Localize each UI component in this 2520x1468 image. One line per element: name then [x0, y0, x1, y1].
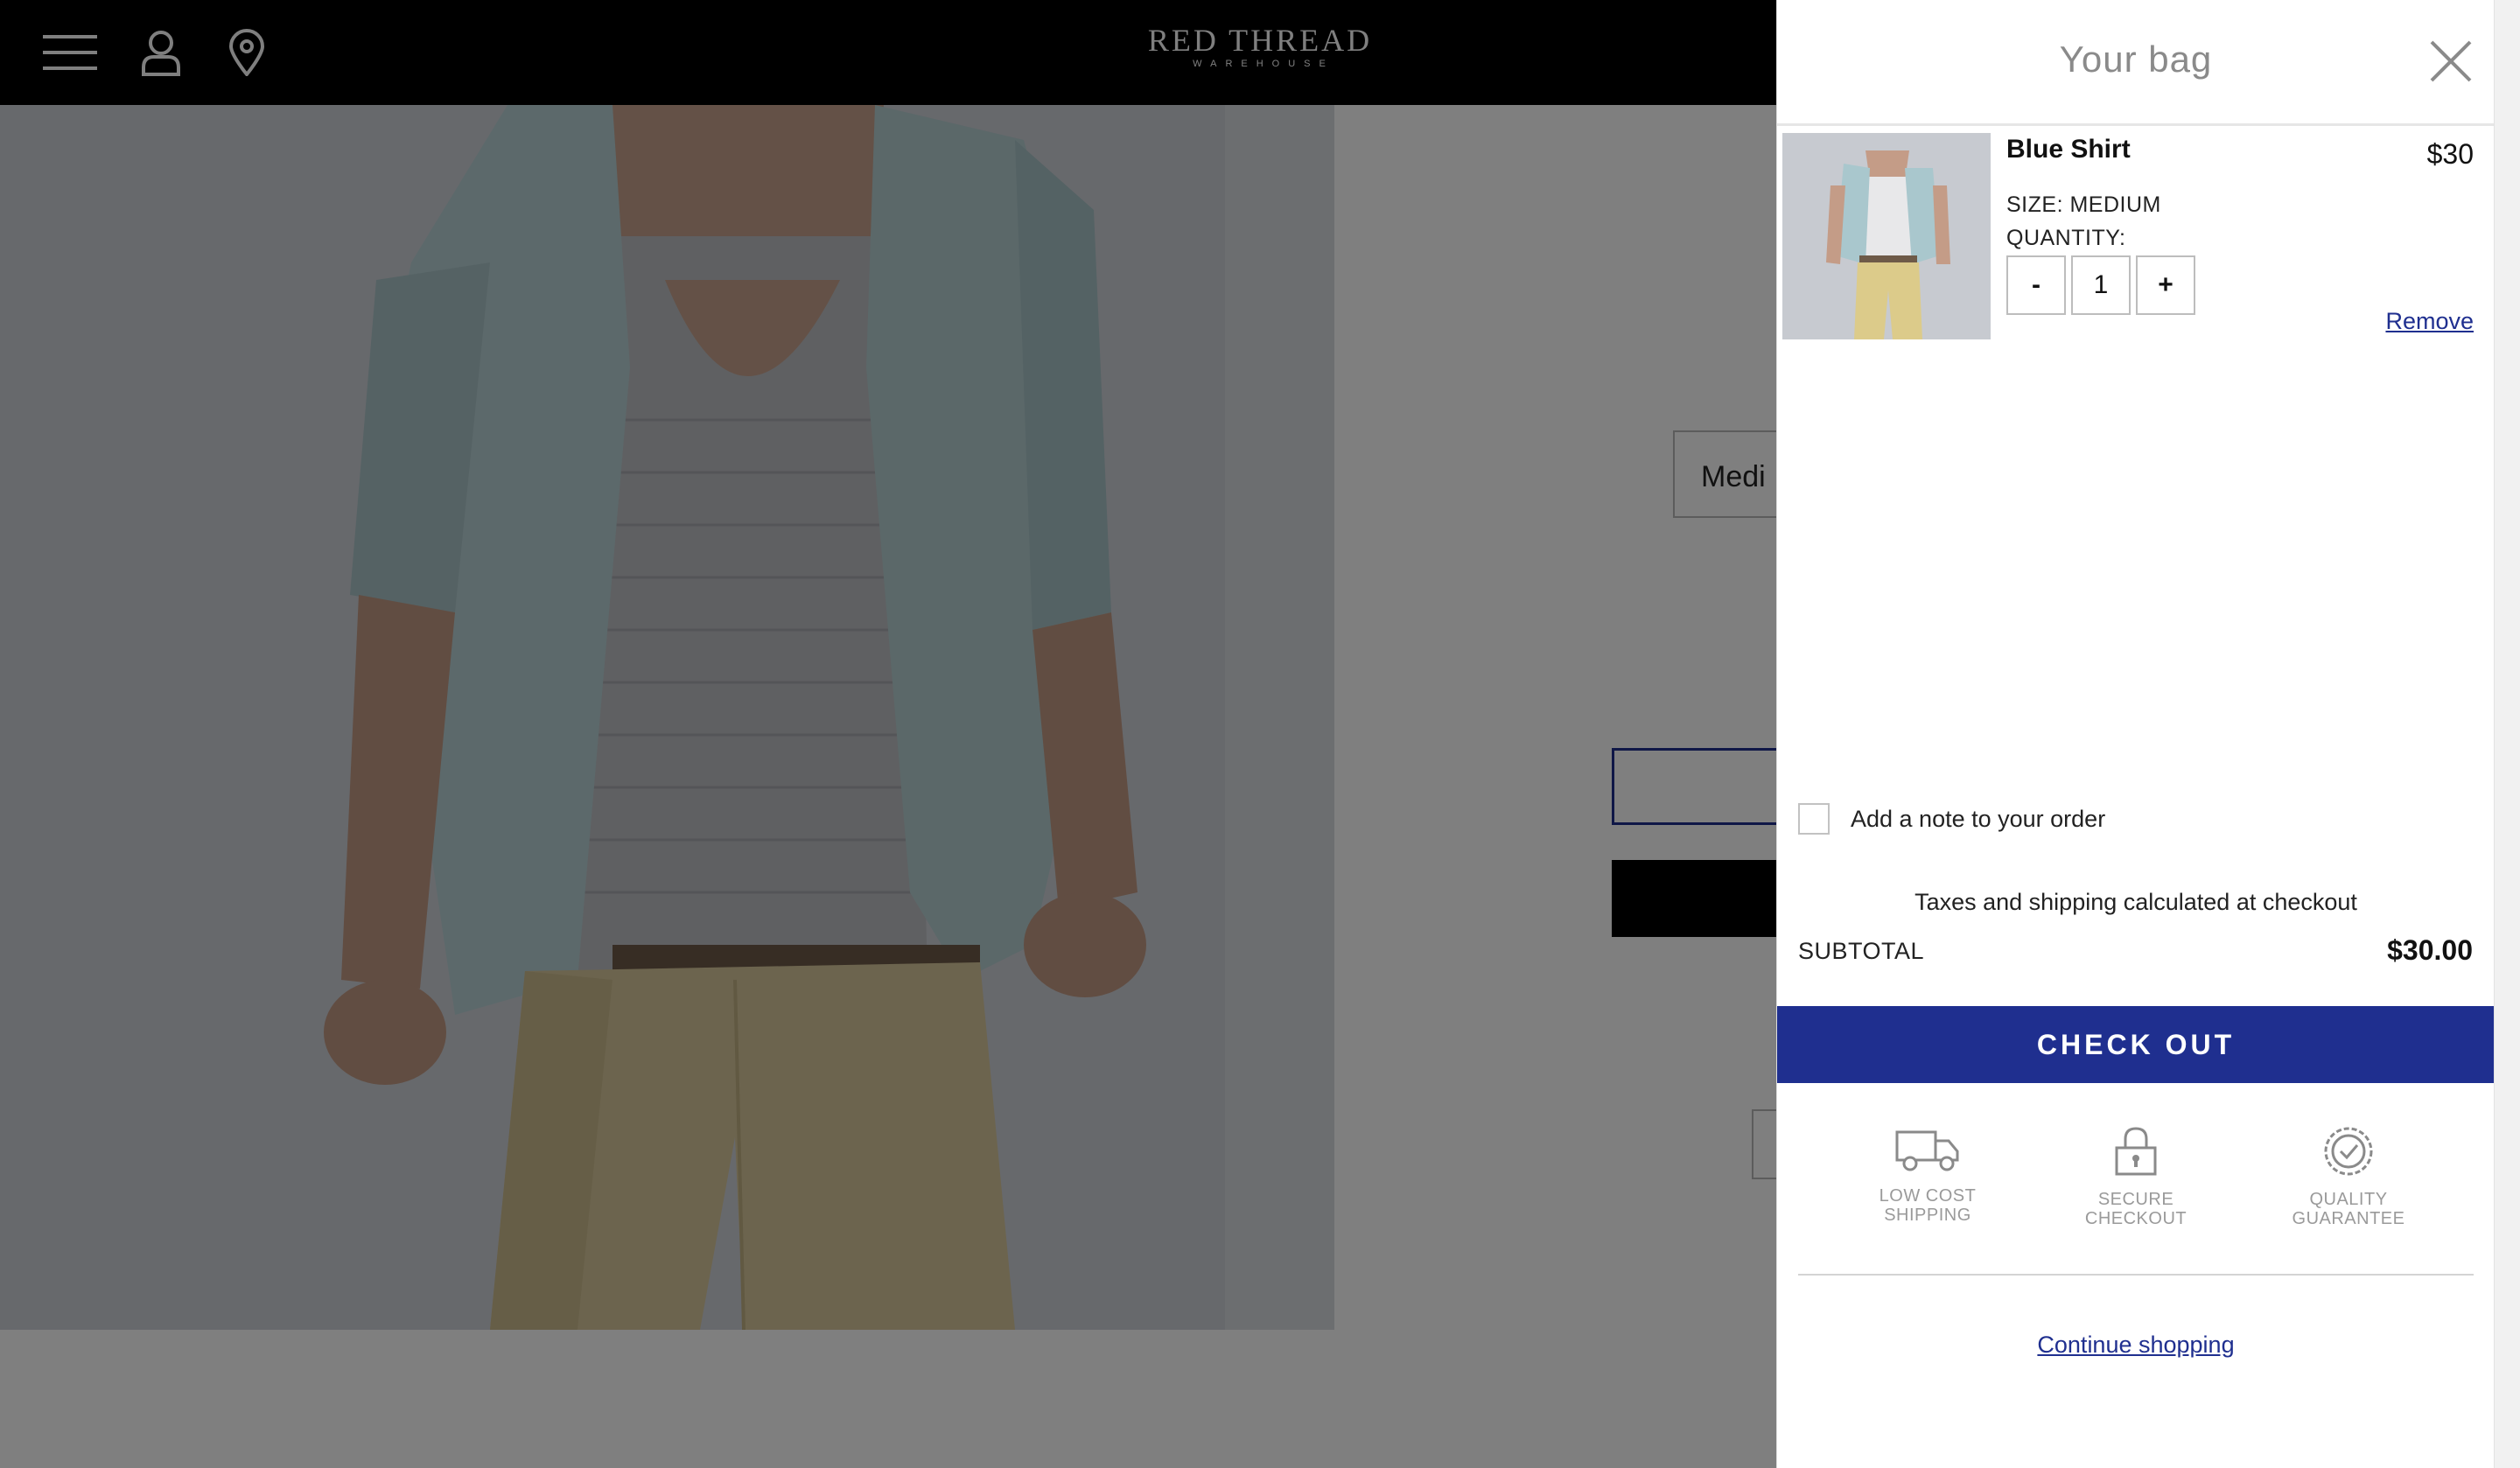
subtotal-label: SUBTOTAL [1798, 938, 1925, 964]
cart-item-thumbnail[interactable] [1782, 133, 1991, 339]
order-note-row: Add a note to your order [1798, 801, 2105, 836]
scrollbar[interactable] [2494, 0, 2520, 1468]
increment-button[interactable]: + [2136, 255, 2195, 315]
badge-shipping: LOW COST SHIPPING [1849, 1125, 2006, 1225]
decrement-button[interactable]: - [2006, 255, 2066, 315]
subtotal-value: $30.00 [2387, 934, 2473, 966]
close-button[interactable] [2425, 35, 2477, 87]
continue-shopping-link[interactable]: Continue shopping [1777, 1332, 2495, 1359]
trust-badges: LOW COST SHIPPING SECURE CHECKOUT QUALIT… [1777, 1083, 2495, 1276]
cart-item-name[interactable]: Blue Shirt [2006, 135, 2131, 164]
quantity-value[interactable]: 1 [2071, 255, 2131, 315]
remove-link[interactable]: Remove [2385, 308, 2474, 335]
badge-secure: SECURE CHECKOUT [2057, 1125, 2215, 1228]
product-page: RED THREAD WAREHOUSE [0, 0, 2520, 1468]
cart-title: Your bag [2059, 38, 2213, 80]
lock-icon [2115, 1127, 2157, 1176]
truck-icon [1895, 1130, 1959, 1171]
badge-secure-line1: SECURE [2097, 1190, 2174, 1209]
badge-shipping-line2: SHIPPING [1884, 1206, 1971, 1225]
cart-drawer: Your bag Blue Shirt $30 SIZE: MEDIUM QUA… [1776, 0, 2495, 1468]
badge-secure-line2: CHECKOUT [2084, 1209, 2188, 1228]
badge-quality: QUALITY GUARANTEE [2270, 1125, 2427, 1228]
quantity-stepper: - 1 + [2006, 255, 2195, 315]
badge-quality-line2: GUARANTEE [2292, 1209, 2405, 1228]
modal-overlay[interactable] [0, 0, 1776, 1468]
cart-item-price: $30 [2426, 138, 2474, 170]
order-note-checkbox[interactable] [1798, 803, 1830, 835]
quality-badge-icon [2324, 1127, 2373, 1176]
badge-quality-line1: QUALITY [2309, 1190, 2388, 1209]
close-icon [2430, 40, 2472, 82]
tax-shipping-note: Taxes and shipping calculated at checkou… [1914, 889, 2357, 915]
divider [1798, 1274, 2474, 1276]
cart-item-size: SIZE: MEDIUM [2006, 192, 2161, 217]
cart-item-quantity-label: QUANTITY: [2006, 226, 2126, 250]
order-note-label[interactable]: Add a note to your order [1851, 806, 2105, 833]
cart-item: Blue Shirt $30 SIZE: MEDIUM QUANTITY: - … [1777, 131, 2495, 350]
checkout-button[interactable]: CHECK OUT [1777, 1006, 2495, 1083]
cart-header: Your bag [1777, 0, 2495, 126]
badge-shipping-line1: LOW COST [1879, 1186, 1977, 1206]
